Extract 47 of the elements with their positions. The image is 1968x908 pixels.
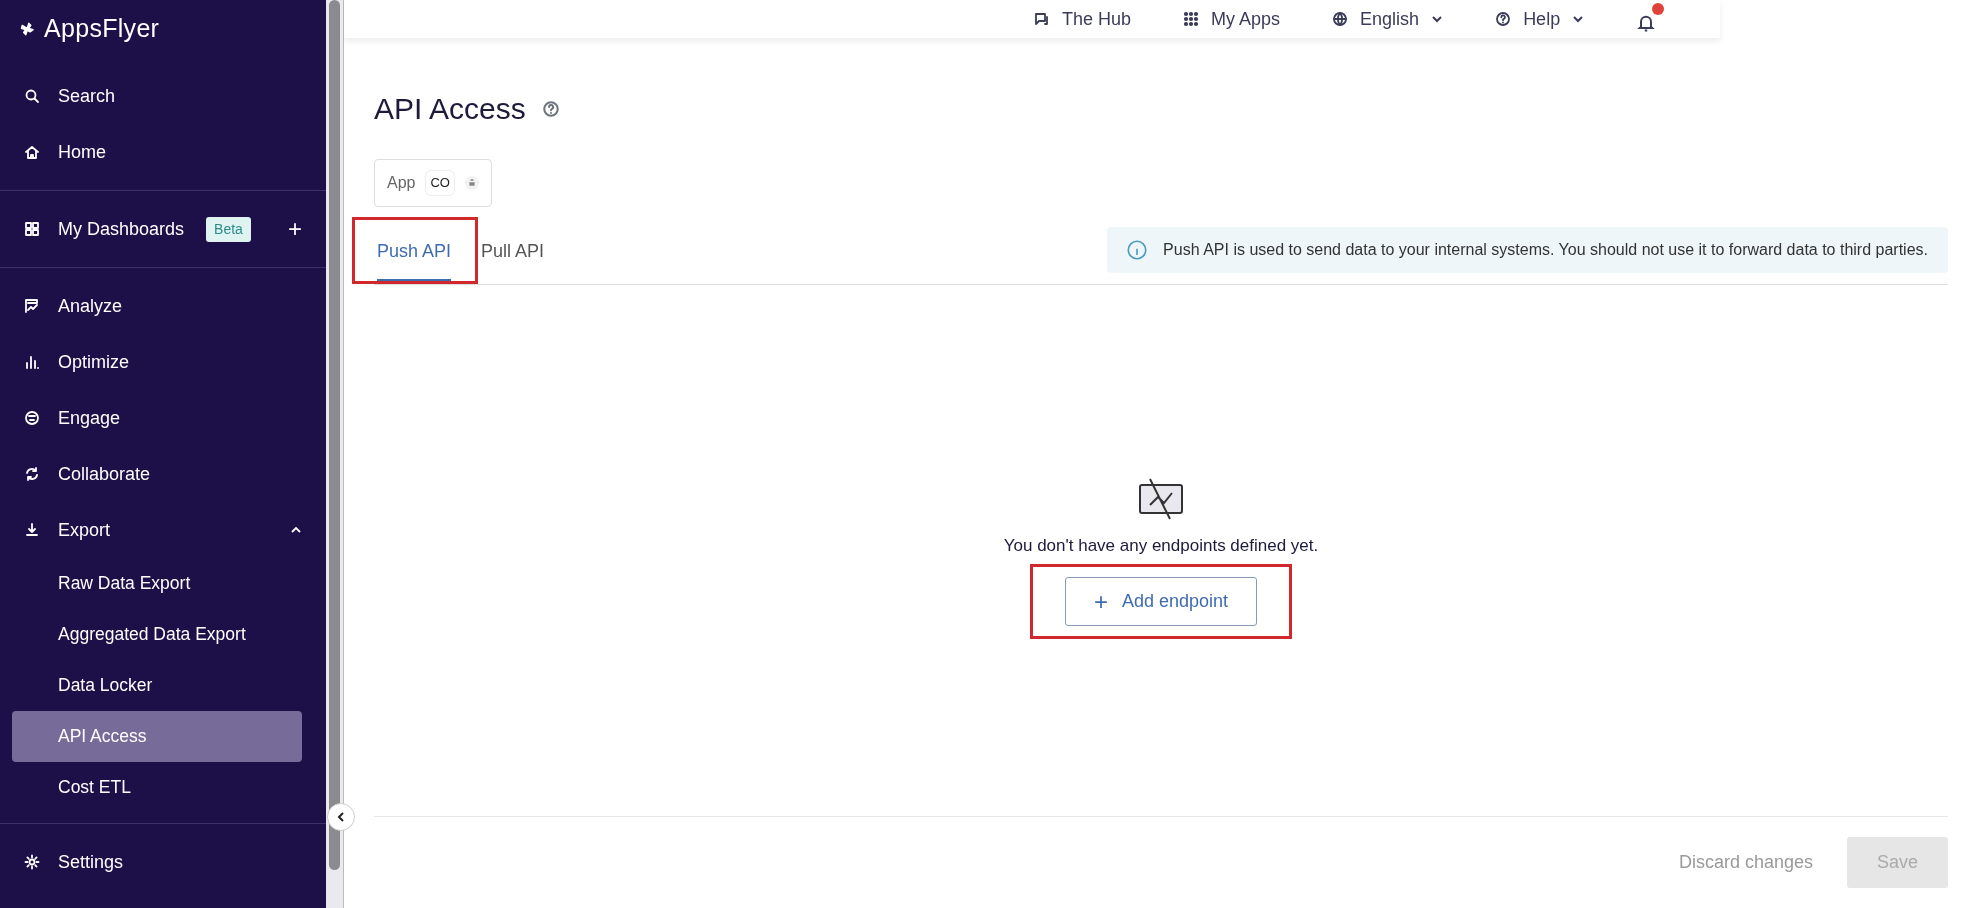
sidebar-item[interactable]: Collaborate [0,446,326,502]
sidebar-subitem[interactable]: Data Locker [12,660,302,711]
gear-icon [24,854,40,870]
info-text: Push API is used to send data to your internal systems. You should not use it to forward data to third parties. [1163,240,1928,260]
sidebar-item[interactable]: Engage [0,390,326,446]
top-menu-link[interactable]: The Hub [1034,5,1132,33]
download-icon [24,522,40,538]
home-icon [24,144,40,160]
chart-icon [24,298,40,314]
sidebar-item[interactable]: Export [58,516,111,544]
sidebar-subitem[interactable]: Cost ETL [12,762,302,813]
top-menu-link[interactable]: My Apps [1183,5,1281,33]
sidebar-item[interactable]: My Dashboards [58,215,185,243]
notification-dot [1652,3,1665,15]
chat-icon [1034,11,1050,27]
sidebar-item[interactable]: Analyze [0,278,326,334]
sidebar-item[interactable]: Optimize [0,334,326,390]
add-endpoint-button[interactable]: + Add endpoint [1064,577,1258,626]
app-selector[interactable]: App CO [374,159,492,207]
grid-icon [24,221,40,237]
search-icon [24,88,40,104]
sidebar-subitem[interactable]: Aggregated Data Export [12,609,302,660]
info-icon [1127,240,1148,260]
sidebar-item[interactable]: Search [0,68,326,124]
top-menu-link[interactable]: English [1332,5,1444,33]
beta-badge: Beta [206,216,251,242]
tab[interactable]: Pull API [481,227,545,281]
chevron-up-icon[interactable] [290,526,302,534]
empty-state-message: You don't have any endpoints defined yet. [1003,534,1319,557]
apps-grid-icon [1183,11,1200,27]
sidebar-item[interactable]: Home [0,124,326,180]
page-title: API Access [374,91,526,127]
help-icon [1495,11,1512,27]
bar-chart-icon [24,354,40,370]
sidebar-subitem[interactable]: Raw Data Export [12,558,302,609]
sidebar-item[interactable]: Settings [0,834,326,890]
bell-icon[interactable] [1636,13,1657,34]
chevron-left-icon [336,811,346,823]
globe-icon [1332,11,1349,27]
help-icon [541,99,560,118]
butterfly-logo-icon [20,21,36,37]
sync-icon [24,466,40,482]
add-button[interactable]: + [288,211,302,247]
logo-text: AppsFlyer [44,13,160,45]
top-menu-link[interactable]: Help [1495,5,1585,33]
sidebar-subitem[interactable]: API Access [12,711,302,762]
tab[interactable]: Push API [377,227,452,281]
